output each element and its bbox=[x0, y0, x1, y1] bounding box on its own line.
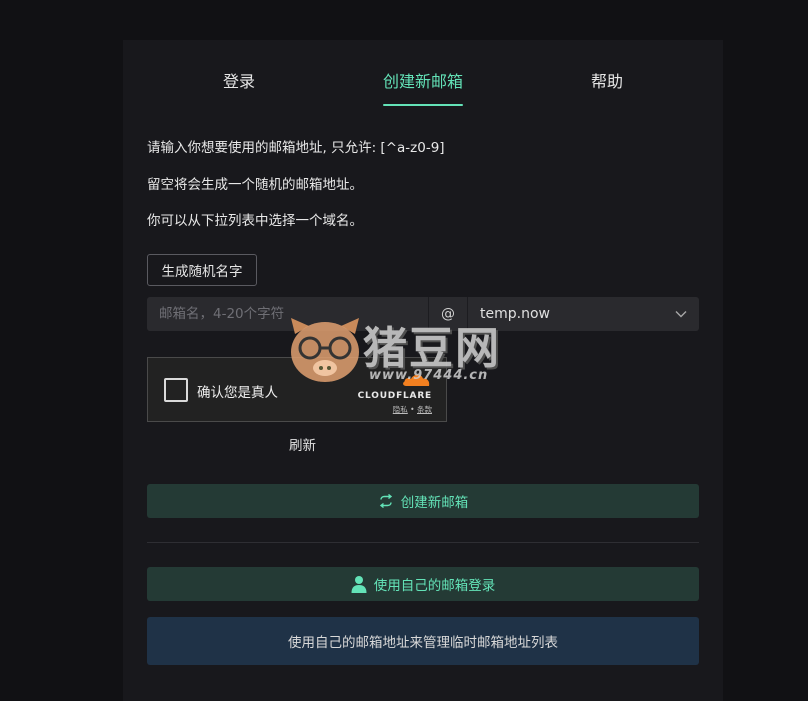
cloudflare-captcha: 确认您是真人 CLOUDFLARE 隐私 • 条款 bbox=[147, 357, 447, 422]
tab-create-mailbox[interactable]: 创建新邮箱 bbox=[331, 64, 515, 106]
captcha-links: 隐私 • 条款 bbox=[358, 404, 432, 415]
address-input-group: @ temp.now bbox=[147, 297, 699, 331]
create-mailbox-label: 创建新邮箱 bbox=[400, 495, 469, 511]
domain-value: temp.now bbox=[480, 306, 550, 322]
tab-bar: 登录 创建新邮箱 帮助 bbox=[147, 64, 699, 106]
create-mailbox-button[interactable]: 创建新邮箱 bbox=[147, 484, 699, 518]
cloudflare-cloud-icon bbox=[358, 372, 432, 391]
refresh-link[interactable]: 刷新 bbox=[289, 434, 316, 454]
own-email-login-button[interactable]: 使用自己的邮箱登录 bbox=[147, 567, 699, 601]
link-separator: • bbox=[410, 405, 415, 414]
domain-select[interactable]: temp.now bbox=[468, 297, 699, 331]
mailbox-name-input[interactable] bbox=[147, 297, 428, 331]
chevron-down-icon bbox=[675, 310, 687, 318]
tab-login[interactable]: 登录 bbox=[147, 64, 331, 106]
generate-random-name-button[interactable]: 生成随机名字 bbox=[147, 254, 257, 286]
privacy-link[interactable]: 隐私 bbox=[393, 405, 408, 414]
cloudflare-logo: CLOUDFLARE 隐私 • 条款 bbox=[358, 372, 432, 415]
divider bbox=[147, 542, 699, 543]
tab-help[interactable]: 帮助 bbox=[515, 64, 699, 106]
at-symbol: @ bbox=[428, 297, 468, 331]
instruction-allowed-chars: 请输入你想要使用的邮箱地址, 只允许: [^a-z0-9] bbox=[147, 140, 445, 156]
instruction-random: 留空将会生成一个随机的邮箱地址。 bbox=[147, 177, 363, 193]
instruction-domain: 你可以从下拉列表中选择一个域名。 bbox=[147, 213, 363, 229]
cloudflare-wordmark: CLOUDFLARE bbox=[357, 391, 432, 401]
manage-address-list-button[interactable]: 使用自己的邮箱地址来管理临时邮箱地址列表 bbox=[147, 617, 699, 665]
captcha-checkbox[interactable] bbox=[164, 378, 188, 402]
terms-link[interactable]: 条款 bbox=[417, 405, 432, 414]
main-panel: 登录 创建新邮箱 帮助 请输入你想要使用的邮箱地址, 只允许: [^a-z0-9… bbox=[123, 40, 723, 701]
swap-arrows-icon bbox=[378, 494, 394, 508]
user-icon bbox=[351, 575, 367, 593]
own-email-login-label: 使用自己的邮箱登录 bbox=[373, 578, 496, 594]
captcha-label: 确认您是真人 bbox=[197, 385, 278, 401]
